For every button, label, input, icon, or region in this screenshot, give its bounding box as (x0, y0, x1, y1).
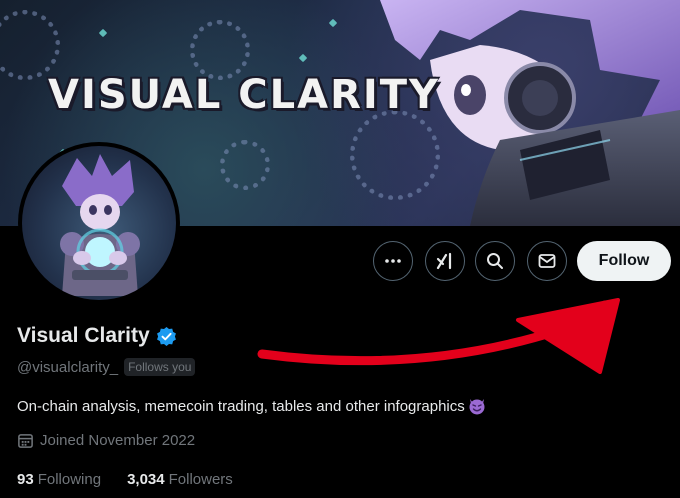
joined-date: Joined November 2022 (40, 432, 196, 449)
name-row: Visual Clarity (17, 324, 177, 348)
avatar[interactable] (18, 142, 180, 304)
joined-row: Joined November 2022 (17, 432, 195, 449)
handle: @visualclarity_ (17, 358, 119, 376)
message-button[interactable] (527, 241, 567, 281)
follow-button[interactable]: Follow (577, 241, 671, 281)
search-button[interactable] (475, 241, 515, 281)
following-link[interactable]: 93 Following (17, 471, 101, 488)
more-button[interactable] (373, 241, 413, 281)
grok-button[interactable] (425, 241, 465, 281)
handle-row: @visualclarity_ Follows you (17, 358, 196, 376)
followers-label: Followers (168, 471, 233, 488)
stats-row: 93 Following 3,034 Followers (17, 471, 233, 488)
smiling-devil-emoji-icon (469, 399, 485, 415)
display-name: Visual Clarity (17, 324, 150, 347)
bio-text: On-chain analysis, memecoin trading, tab… (17, 397, 465, 415)
search-icon (487, 253, 503, 269)
follows-you-badge: Follows you (124, 358, 196, 376)
banner-title: VISUAL CLARITY (48, 72, 441, 118)
following-count: 93 (17, 471, 34, 488)
followers-link[interactable]: 3,034 Followers (127, 471, 233, 488)
following-label: Following (37, 471, 102, 488)
avatar-image (22, 146, 176, 300)
more-icon (385, 259, 401, 263)
mail-icon (538, 254, 556, 268)
avatar-illustration (60, 154, 140, 296)
calendar-icon (18, 434, 33, 448)
bio: On-chain analysis, memecoin trading, tab… (17, 396, 487, 416)
grok-icon (436, 252, 452, 270)
verified-badge-icon[interactable] (156, 326, 177, 347)
followers-count: 3,034 (127, 471, 165, 488)
